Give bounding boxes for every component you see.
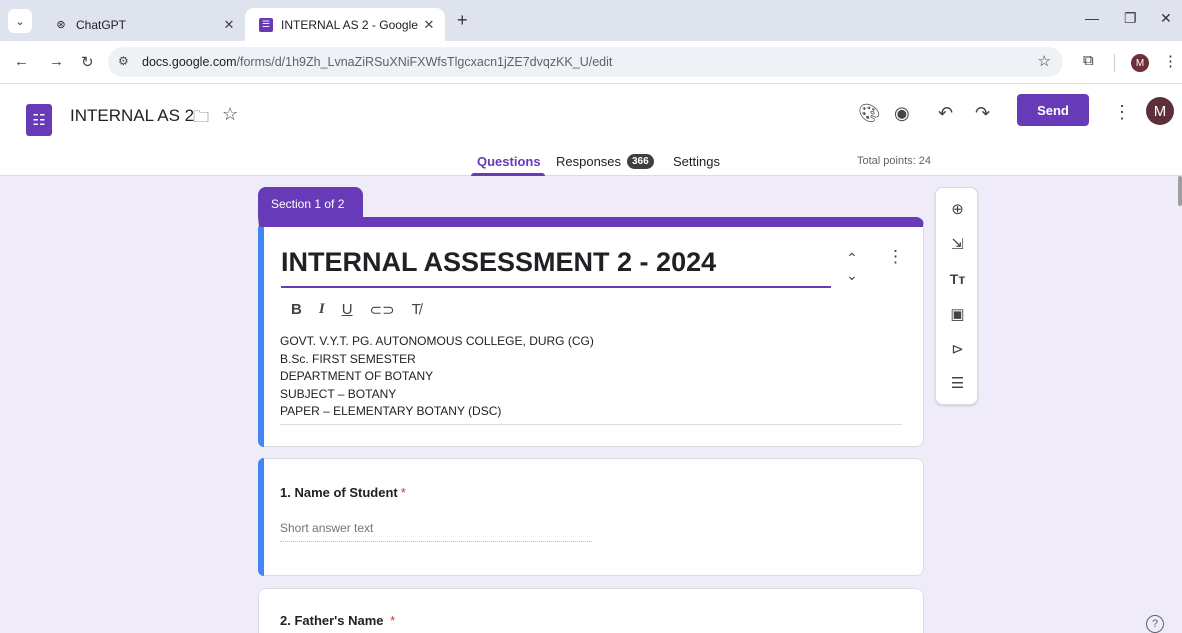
section-more-icon[interactable]: ⋮ [887,247,904,267]
undo-icon[interactable]: ↶ [938,103,953,124]
description-line: GOVT. V.Y.T. PG. AUTONOMOUS COLLEGE, DUR… [280,334,594,348]
browser-tab-chatgpt[interactable]: ⊛ ChatGPT ✕ [40,8,245,41]
formatting-toolbar: B I U ⊂⊃ T̸ [291,301,421,319]
new-tab-button[interactable]: + [457,10,468,31]
clear-formatting-icon[interactable]: T̸ [412,301,421,319]
close-tab-icon[interactable]: ✕ [219,17,239,33]
collapse-section-icon[interactable]: ⌃ ⌄ [846,250,858,284]
description-line: DEPARTMENT OF BOTANY [280,369,434,383]
toolbar-divider [1114,54,1115,72]
extensions-icon[interactable]: ⧉ [1083,52,1094,69]
bold-icon[interactable]: B [291,301,302,319]
customize-theme-icon[interactable]: 🎨︎ [858,103,881,124]
send-button[interactable]: Send [1017,94,1089,126]
import-questions-icon[interactable]: ⇲ [936,235,979,253]
form-header-card[interactable]: INTERNAL ASSESSMENT 2 - 2024 ⌃ ⌄ ⋮ B I U … [258,217,924,447]
minimize-icon[interactable]: — [1085,10,1099,26]
star-icon[interactable]: ☆ [222,104,238,125]
bookmark-star-icon[interactable]: ☆ [1038,52,1051,70]
redo-icon[interactable]: ↷ [975,103,990,124]
url-input[interactable]: ⚙ docs.google.com/forms/d/1h9Zh_LvnaZiRS… [108,47,1063,77]
scrollbar[interactable] [1178,176,1182,206]
help-icon[interactable]: ? [1146,615,1164,633]
add-video-icon[interactable]: ⊳ [936,340,979,358]
question-indicator [258,458,264,576]
browser-tab-strip: ⌄ ⊛ ChatGPT ✕ ☰ INTERNAL AS 2 - Google F… [0,0,1182,41]
italic-icon[interactable]: I [319,301,325,319]
selected-indicator [258,227,264,447]
title-underline [281,286,831,288]
question-title: 2. Father's Name * [280,613,395,628]
folder-icon[interactable]: 🗀 [193,106,209,133]
url-host: docs.google.com [142,55,237,69]
tab-questions[interactable]: Questions [477,154,541,169]
add-section-icon[interactable]: ☰ [936,374,979,392]
form-description[interactable]: GOVT. V.Y.T. PG. AUTONOMOUS COLLEGE, DUR… [280,333,902,425]
question-title-text: 1. Name of Student [280,485,398,500]
description-line: SUBJECT – BOTANY [280,386,397,401]
address-bar-row: ← → ↻ ⚙ docs.google.com/forms/d/1h9Zh_Lv… [0,41,1182,84]
reload-icon[interactable]: ↻ [81,53,94,71]
google-forms-logo-icon[interactable]: ☷ [26,104,52,136]
preview-eye-icon[interactable]: ◉ [894,103,910,124]
description-line: B.Sc. FIRST SEMESTER [280,351,416,366]
side-toolbar: ⊕ ⇲ Tт ▣ ⊳ ☰ [935,187,978,405]
add-image-icon[interactable]: ▣ [936,305,979,323]
add-question-icon[interactable]: ⊕ [936,200,979,218]
question-title-text: 2. Father's Name [280,613,384,628]
question-card[interactable]: 1. Name of Student * Short answer text [258,458,924,576]
browser-profile-avatar[interactable]: M [1131,54,1149,72]
forms-icon: ☰ [259,17,273,32]
tab-title: ChatGPT [76,17,127,32]
underline-icon[interactable]: U [342,301,353,319]
form-title-input[interactable]: INTERNAL ASSESSMENT 2 - 2024 [281,247,716,278]
active-tab-indicator [471,173,545,176]
form-tabs: Questions Responses 366 Settings Total p… [0,150,1182,176]
question-card[interactable]: 2. Father's Name * [258,588,924,633]
url-path: /forms/d/1h9Zh_LvnaZiRSuXNiFXWfsTlgcxacn… [236,55,613,69]
url-text: docs.google.com/forms/d/1h9Zh_LvnaZiRSuX… [142,55,612,69]
required-marker: * [400,485,406,500]
tab-responses[interactable]: Responses [556,154,621,169]
close-window-icon[interactable]: ✕ [1160,10,1172,27]
tab-search-button[interactable]: ⌄ [8,9,32,33]
back-icon[interactable]: ← [14,53,29,70]
total-points: Total points: 24 [857,155,931,167]
chatgpt-icon: ⊛ [56,19,66,31]
close-tab-icon[interactable]: ✕ [419,17,439,33]
add-title-icon[interactable]: Tт [936,271,979,287]
site-info-icon[interactable]: ⚙ [118,54,129,68]
responses-count-badge: 366 [627,154,654,169]
section-label: Section 1 of 2 [258,187,363,219]
more-options-icon[interactable]: ⋮ [1113,102,1131,123]
description-line: PAPER – ELEMENTARY BOTANY (DSC) [280,404,502,418]
browser-tab-forms[interactable]: ☰ INTERNAL AS 2 - Google Forms ✕ [245,8,445,41]
required-marker: * [390,613,396,628]
tab-title: INTERNAL AS 2 - Google Forms [281,17,419,32]
tab-settings[interactable]: Settings [673,154,720,169]
forward-icon[interactable]: → [49,53,64,70]
account-avatar[interactable]: M [1146,97,1174,125]
restore-icon[interactable]: ❐ [1124,10,1137,27]
question-title: 1. Name of Student * [280,485,406,500]
browser-menu-icon[interactable]: ⋮ [1163,52,1178,70]
short-answer-field: Short answer text [280,521,592,542]
form-name[interactable]: INTERNAL AS 2 [70,106,194,126]
link-icon[interactable]: ⊂⊃ [370,301,395,319]
forms-header: ☷ INTERNAL AS 2 🗀 ☆ 🎨︎ ◉ ↶ ↷ Send ⋮ M Qu… [0,84,1182,176]
